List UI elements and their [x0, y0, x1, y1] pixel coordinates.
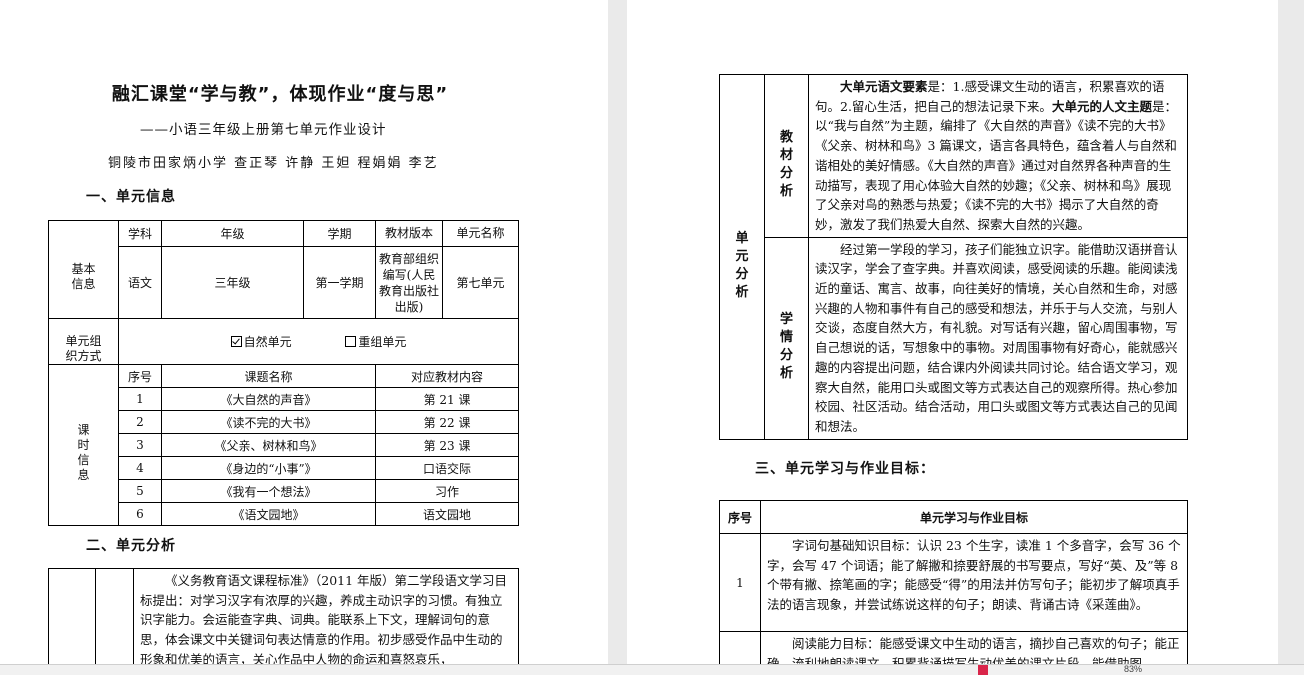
table-row: 3 《父亲、树林和鸟》 第 23 课: [49, 433, 520, 457]
goals-header-title: 单元学习与作业目标: [760, 500, 1188, 534]
org-method-label: 单元组 织方式: [48, 318, 119, 365]
value-unit-name: 第七单元: [456, 276, 505, 290]
natural-unit-checkbox[interactable]: 自然单元: [230, 335, 292, 349]
basic-info-label: 基本 信息: [48, 220, 119, 319]
document-page-right: 单 元 分 析 教 材 分 析 大单元语文要素是：1.感受课文生动的语言，积累喜…: [627, 0, 1278, 664]
value-textbook-version-text: 教育部组织编写(人民教育出版社出版): [376, 247, 444, 318]
header-textbook-version-label: 教材版本: [376, 221, 444, 246]
unchecked-box-icon: [345, 336, 357, 347]
table-row: 4 《身边的“小事”》 口语交际: [49, 456, 520, 480]
textbook-analysis-label: 教 材 分 析: [764, 74, 809, 238]
unit-analysis-table-start: 《义务教育语文课程标准》（2011 年版）第二学段语文学习目标提出：对学习汉字有…: [48, 568, 519, 664]
goal-no: 1: [719, 533, 761, 632]
table-row: 阅读能力目标：能感受课文中生动的语言，摘抄自己喜欢的句子；能正确、流利地朗读课文…: [719, 631, 1188, 664]
lesson-name: 《读不完的大书》: [160, 410, 377, 434]
section-heading-goals: 三、单元学习与作业目标：: [755, 461, 935, 477]
value-term: 第一学期: [303, 246, 377, 319]
lesson-header-content: 对应教材内容: [375, 364, 520, 388]
header-textbook-version: 教材版本 单元名称: [375, 220, 520, 247]
table-row: 1 字词句基础知识目标：认识 23 个生字，读准 1 个多音字，会写 36 个字…: [719, 533, 1188, 632]
value-textbook-version: 教育部组织编写(人民教育出版社出版) 第七单元: [375, 246, 520, 319]
lesson-content: 习作: [375, 479, 520, 503]
zoom-level[interactable]: 83%: [1124, 664, 1142, 674]
authors-line: 铜陵市田家炳小学 查正琴 许静 王妲 程娟娟 李艺: [108, 156, 439, 171]
goal-text: 阅读能力目标：能感受课文中生动的语言，摘抄自己喜欢的句子；能正确、流利地朗读课文…: [760, 631, 1188, 664]
lesson-name: 《语文园地》: [160, 502, 377, 526]
table-row: 5 《我有一个想法》 习作: [49, 479, 520, 503]
value-subject: 语文: [118, 246, 162, 319]
textbook-analysis-text: 大单元语文要素是：1.感受课文生动的语言，积累喜欢的语句。2.留心生活，把自己的…: [808, 74, 1188, 238]
unit-info-table: 基本 信息 学科 年级 学期 教材版本 单元名称 语文 三年级 第一学期 教育部…: [48, 220, 520, 526]
value-grade: 三年级: [160, 246, 305, 319]
document-page-left: 融汇课堂“学与教”，体现作业“度与思” ——小语三年级上册第七单元作业设计 铜陵…: [0, 0, 608, 664]
unit-goals-table: 序号 单元学习与作业目标 1 字词句基础知识目标：认识 23 个生字，读准 1 …: [719, 500, 1188, 664]
lesson-header-name: 课题名称: [160, 364, 377, 388]
document-title: 融汇课堂“学与教”，体现作业“度与思”: [111, 84, 449, 105]
student-analysis-text: 经过第一学段的学习，孩子们能独立识字。能借助汉语拼音认读汉字，学会了查字典。并喜…: [808, 236, 1188, 440]
lesson-name: 《父亲、树林和鸟》: [160, 433, 377, 457]
unit-analysis-label: 单 元 分 析: [719, 74, 765, 440]
lesson-no: 5: [118, 479, 162, 503]
header-term: 学期: [303, 220, 377, 247]
org-method-options: 自然单元 重组单元: [117, 318, 520, 365]
table-row: 2 《读不完的大书》 第 22 课: [49, 410, 520, 434]
curriculum-standard-paragraph: 《义务教育语文课程标准》（2011 年版）第二学段语文学习目标提出：对学习汉字有…: [133, 568, 519, 664]
student-analysis-label: 学 情 分 析: [764, 236, 809, 440]
lesson-content: 口语交际: [375, 456, 520, 480]
status-bar: 83%: [0, 664, 1304, 675]
lesson-no: 4: [118, 456, 162, 480]
goals-header-no: 序号: [719, 500, 761, 534]
header-unit-name: 单元名称: [456, 226, 505, 240]
checked-box-icon: [230, 336, 242, 347]
regroup-unit-checkbox[interactable]: 重组单元: [345, 335, 406, 349]
header-grade: 年级: [160, 220, 305, 247]
section-heading-unit-info: 一、单元信息: [86, 189, 176, 205]
lesson-content: 第 22 课: [375, 410, 520, 434]
lesson-name: 《身边的“小事”》: [160, 456, 377, 480]
header-subject: 学科: [118, 220, 162, 247]
unit-analysis-table: 单 元 分 析 教 材 分 析 大单元语文要素是：1.感受课文生动的语言，积累喜…: [719, 74, 1188, 440]
document-subtitle: ——小语三年级上册第七单元作业设计: [140, 122, 387, 138]
lesson-content: 第 21 课: [375, 387, 520, 411]
lesson-name: 《我有一个想法》: [160, 479, 377, 503]
lesson-name: 《大自然的声音》: [160, 387, 377, 411]
table-row: 6 《语文园地》 语文园地: [49, 502, 520, 526]
section-heading-unit-analysis: 二、单元分析: [86, 538, 176, 554]
lesson-no: 2: [118, 410, 162, 434]
lesson-content: 语文园地: [375, 502, 520, 526]
lesson-no: 6: [118, 502, 162, 526]
table-row: 1 《大自然的声音》 第 21 课: [49, 387, 520, 411]
lesson-no: 3: [118, 433, 162, 457]
lesson-header-no: 序号: [118, 364, 162, 388]
goal-text: 字词句基础知识目标：认识 23 个生字，读准 1 个多音字，会写 36 个字，会…: [760, 533, 1188, 632]
lesson-info-label: 课 时 信 息: [48, 364, 119, 526]
lesson-no: 1: [118, 387, 162, 411]
lesson-content: 第 23 课: [375, 433, 520, 457]
